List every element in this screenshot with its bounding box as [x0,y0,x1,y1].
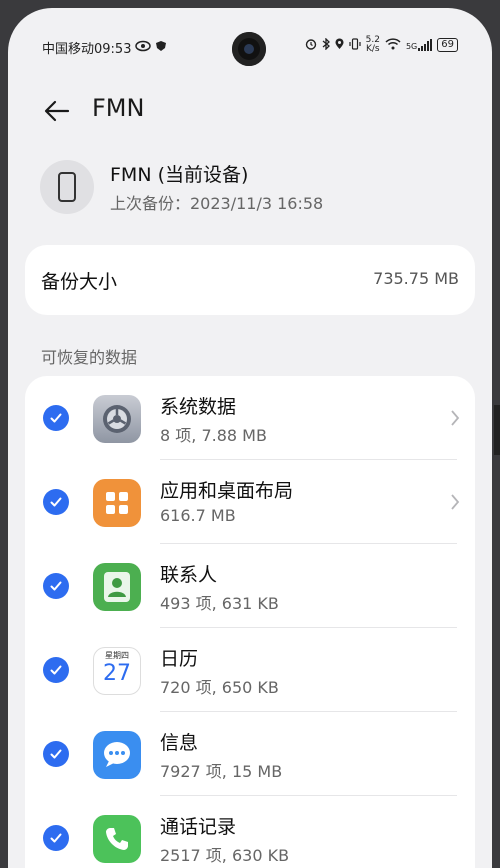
net-speed-unit: K/s [365,44,380,54]
list-item-system-data[interactable]: 系统数据 8 项, 7.88 MB [25,376,475,460]
app-grid-icon [93,479,141,527]
item-title: 通话记录 [160,816,237,838]
last-backup-time: 上次备份：2023/11/3 16:58 [110,194,324,213]
calendar-weekday: 星期四 [105,651,129,660]
item-title: 应用和桌面布局 [160,480,294,502]
item-subtitle: 7927 项, 15 MB [160,762,283,781]
battery-indicator: 69 [437,38,458,52]
section-title: 可恢复的数据 [41,348,138,367]
status-left: 中国移动09:53 [42,38,167,57]
device-name: FMN (当前设备) [110,164,249,186]
checkbox-checked-icon[interactable] [43,405,69,431]
item-title: 日历 [160,648,199,670]
item-title: 系统数据 [160,396,237,418]
phone-screen: 中国移动09:53 5.2 K/s 5G 69 FMN FMN (当前设备) 上… [8,8,492,868]
phone-device-icon [40,160,94,214]
contacts-icon [93,563,141,611]
checkbox-checked-icon[interactable] [43,657,69,683]
item-title: 联系人 [160,564,218,586]
list-item-calendar[interactable]: 星期四 27 日历 720 项, 650 KB [25,628,475,712]
checkbox-checked-icon[interactable] [43,741,69,767]
signal-icon: 5G [405,39,433,51]
net-speed: 5.2 K/s [366,36,380,54]
checkbox-checked-icon[interactable] [43,489,69,515]
settings-gear-icon [93,395,141,443]
page-title: FMN [92,94,145,122]
chevron-right-icon[interactable] [449,492,461,512]
backup-size-value: 735.75 MB [373,269,459,288]
item-subtitle: 493 项, 631 KB [160,594,279,613]
item-subtitle: 2517 项, 630 KB [160,846,290,865]
restore-data-list: 系统数据 8 项, 7.88 MB 应用和桌面布局 616.7 MB 联系人 4… [25,376,475,868]
calendar-icon: 星期四 27 [93,647,141,695]
checkbox-checked-icon[interactable] [43,573,69,599]
carrier-time: 中国移动09:53 [42,42,132,57]
list-item-messages[interactable]: 信息 7927 项, 15 MB [25,712,475,796]
signal-label: 5G [405,42,418,51]
shield-heart-icon [155,40,167,56]
chevron-right-icon[interactable] [449,408,461,428]
alarm-icon [305,38,317,53]
top-bar: FMN [8,88,492,134]
status-right: 5.2 K/s 5G 69 [305,36,458,54]
location-icon [335,38,344,53]
item-subtitle: 8 项, 7.88 MB [160,426,267,445]
item-title: 信息 [160,732,199,754]
front-camera [232,32,266,66]
item-subtitle: 720 项, 650 KB [160,678,279,697]
wifi-icon [385,37,401,53]
backup-size-label: 备份大小 [41,271,118,293]
bluetooth-icon [322,36,330,53]
phone-icon [93,815,141,863]
checkbox-checked-icon[interactable] [43,825,69,851]
item-subtitle: 616.7 MB [160,506,236,525]
device-info: FMN (当前设备) 上次备份：2023/11/3 16:58 [40,154,480,220]
list-item-contacts[interactable]: 联系人 493 项, 631 KB [25,544,475,628]
list-item-apps-layout[interactable]: 应用和桌面布局 616.7 MB [25,460,475,544]
list-item-call-log[interactable]: 通话记录 2517 项, 630 KB [25,796,475,868]
messages-icon [93,731,141,779]
back-arrow-icon[interactable] [42,96,72,126]
backup-size-card: 备份大小 735.75 MB [25,245,475,315]
vibrate-icon [349,37,361,53]
calendar-day: 27 [103,661,131,686]
side-button [494,405,500,455]
eye-icon [135,40,152,56]
